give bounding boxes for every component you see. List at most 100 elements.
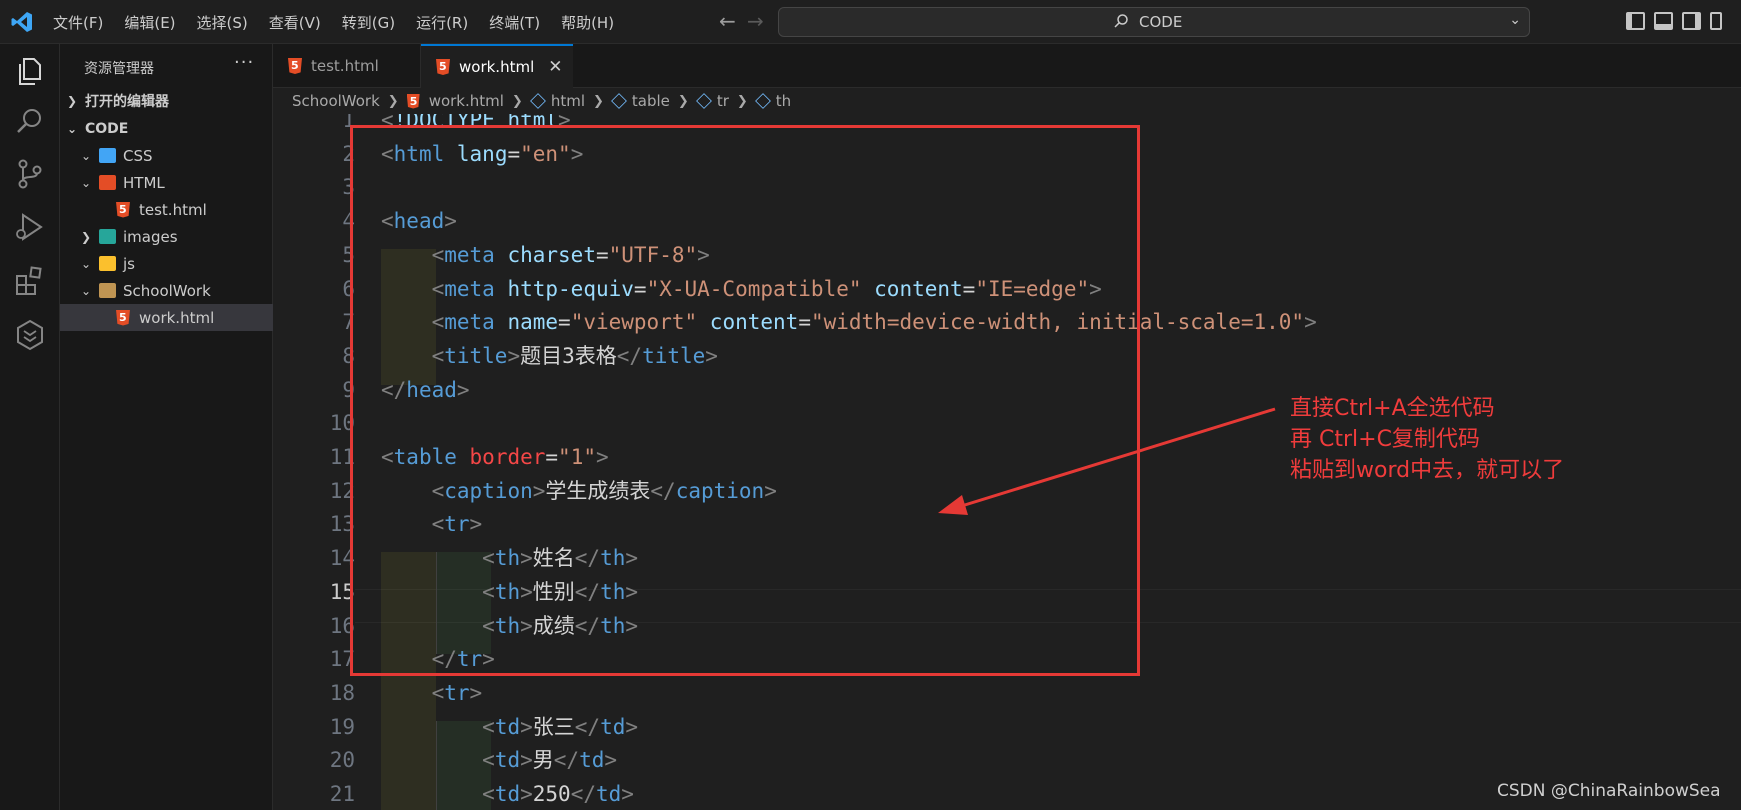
folder-icon [99, 283, 116, 298]
toggle-primary-sidebar-icon[interactable] [1626, 12, 1645, 30]
folder-schoolwork[interactable]: ⌄ SchoolWork [60, 277, 273, 304]
line-number: 16 [329, 613, 355, 638]
html5-file-icon [116, 201, 130, 218]
code-token: > [621, 782, 634, 806]
code-token: 张三 [532, 714, 575, 739]
menu-edit[interactable]: 编辑(E) [124, 12, 175, 33]
code-token: td [596, 782, 622, 806]
menu-go[interactable]: 转到(G) [342, 12, 395, 33]
menu-run[interactable]: 运行(R) [416, 12, 468, 33]
source-control-icon[interactable] [13, 157, 47, 191]
toggle-panel-icon[interactable] [1654, 12, 1673, 30]
tree-item-label: SchoolWork [123, 281, 211, 300]
code-token: td [494, 748, 521, 773]
line-number: 8 [342, 343, 355, 368]
breadcrumb-item[interactable]: th [776, 92, 791, 110]
line-number: 9 [342, 377, 355, 402]
code-token: < [482, 714, 495, 739]
menu-view[interactable]: 查看(V) [269, 12, 321, 33]
open-editors-section[interactable]: ❯ 打开的编辑器 [60, 87, 273, 114]
title-bar: 文件(F) 编辑(E) 选择(S) 查看(V) 转到(G) 运行(R) 终端(T… [0, 0, 1741, 44]
activity-bar [0, 44, 60, 810]
watermark: CSDN @ChinaRainbowSea [1497, 781, 1721, 801]
chevron-right-icon: ❯ [80, 229, 92, 244]
command-center-search[interactable]: CODE ⌄ [778, 7, 1530, 37]
menu-help[interactable]: 帮助(H) [561, 12, 614, 33]
menu-bar: 文件(F) 编辑(E) 选择(S) 查看(V) 转到(G) 运行(R) 终端(T… [53, 0, 635, 44]
html5-file-icon [406, 93, 420, 109]
css-folder-icon [99, 148, 116, 163]
folder-css[interactable]: ⌄ CSS [60, 142, 273, 169]
extensions-icon[interactable] [13, 264, 47, 298]
remote-explorer-icon[interactable] [13, 318, 47, 352]
line-number: 1 [342, 114, 355, 132]
line-number: 7 [342, 310, 355, 335]
line-number: 12 [329, 478, 355, 503]
symbol-element-icon [529, 93, 546, 109]
chevron-down-icon: ⌄ [80, 175, 92, 190]
workspace-root-label: CODE [85, 120, 129, 137]
tree-item-label: HTML [123, 173, 165, 192]
run-debug-icon[interactable] [13, 210, 47, 244]
folder-images[interactable]: ❯ images [60, 223, 273, 250]
chevron-down-icon: ⌄ [80, 148, 92, 163]
breadcrumb-item[interactable]: SchoolWork [292, 92, 380, 110]
search-icon [1114, 14, 1128, 28]
code-token: < [482, 782, 495, 806]
tab-label: work.html [459, 58, 535, 76]
menu-file[interactable]: 文件(F) [53, 12, 103, 33]
toggle-secondary-sidebar-icon[interactable] [1682, 12, 1701, 30]
search-view-icon[interactable] [13, 104, 47, 138]
annotation-line: 再 Ctrl+C复制代码 [1290, 427, 1480, 452]
chevron-down-icon: ⌄ [80, 256, 92, 271]
workspace-root[interactable]: ⌄ CODE [60, 115, 273, 142]
tab-work-html[interactable]: work.html ✕ [421, 44, 573, 88]
tab-test-html[interactable]: test.html [273, 44, 421, 88]
chevron-down-icon[interactable]: ⌄ [1509, 12, 1521, 28]
tree-item-label: work.html [139, 308, 215, 327]
code-token: tr [444, 680, 470, 705]
chevron-right-icon: ❯ [387, 93, 399, 109]
menu-terminal[interactable]: 终端(T) [489, 12, 540, 33]
file-test-html[interactable]: test.html [60, 196, 273, 223]
folder-js[interactable]: ⌄ js [60, 250, 273, 277]
line-number: 17 [329, 647, 355, 672]
close-icon[interactable]: ✕ [548, 57, 562, 77]
code-token: </ [574, 714, 601, 739]
html5-file-icon [288, 58, 302, 74]
more-actions-icon[interactable]: ··· [234, 52, 254, 73]
file-work-html[interactable]: work.html [60, 304, 273, 331]
annotation-line: 粘贴到word中去，就可以了 [1290, 458, 1565, 483]
forward-arrow-icon[interactable]: → [747, 9, 764, 33]
breadcrumb-item[interactable]: table [632, 92, 670, 110]
folder-html[interactable]: ⌄ HTML [60, 169, 273, 196]
line-number: 6 [342, 276, 355, 301]
explorer-icon[interactable] [13, 54, 47, 88]
code-token: < [431, 680, 445, 705]
line-number: 10 [329, 411, 355, 436]
code-token: > [625, 714, 639, 739]
tree-item-label: images [123, 227, 178, 246]
explorer-sidebar: 资源管理器 ··· ❯ 打开的编辑器 ⌄ CODE ⌄ CSS ⌄ HTML t… [60, 44, 273, 810]
annotation-line: 直接Ctrl+A全选代码 [1290, 396, 1495, 421]
editor-tabs: test.html work.html ✕ [273, 44, 1741, 88]
customize-layout-icon[interactable] [1710, 12, 1722, 30]
chevron-right-icon: ❯ [677, 93, 689, 109]
code-token: </ [553, 748, 580, 773]
back-arrow-icon[interactable]: ← [719, 9, 736, 33]
html5-file-icon [436, 59, 450, 75]
breadcrumb-item[interactable]: html [551, 92, 585, 110]
menu-selection[interactable]: 选择(S) [197, 12, 248, 33]
code-token: </ [570, 782, 596, 806]
code-token: > [469, 680, 483, 705]
line-number: 20 [329, 748, 355, 773]
breadcrumb: SchoolWork ❯ work.html ❯ html ❯ table ❯ … [273, 88, 1741, 114]
breadcrumb-item[interactable]: work.html [429, 92, 504, 110]
open-editors-label: 打开的编辑器 [85, 93, 169, 110]
breadcrumb-item[interactable]: tr [717, 92, 729, 110]
code-token: td [494, 714, 521, 739]
images-folder-icon [99, 229, 116, 244]
